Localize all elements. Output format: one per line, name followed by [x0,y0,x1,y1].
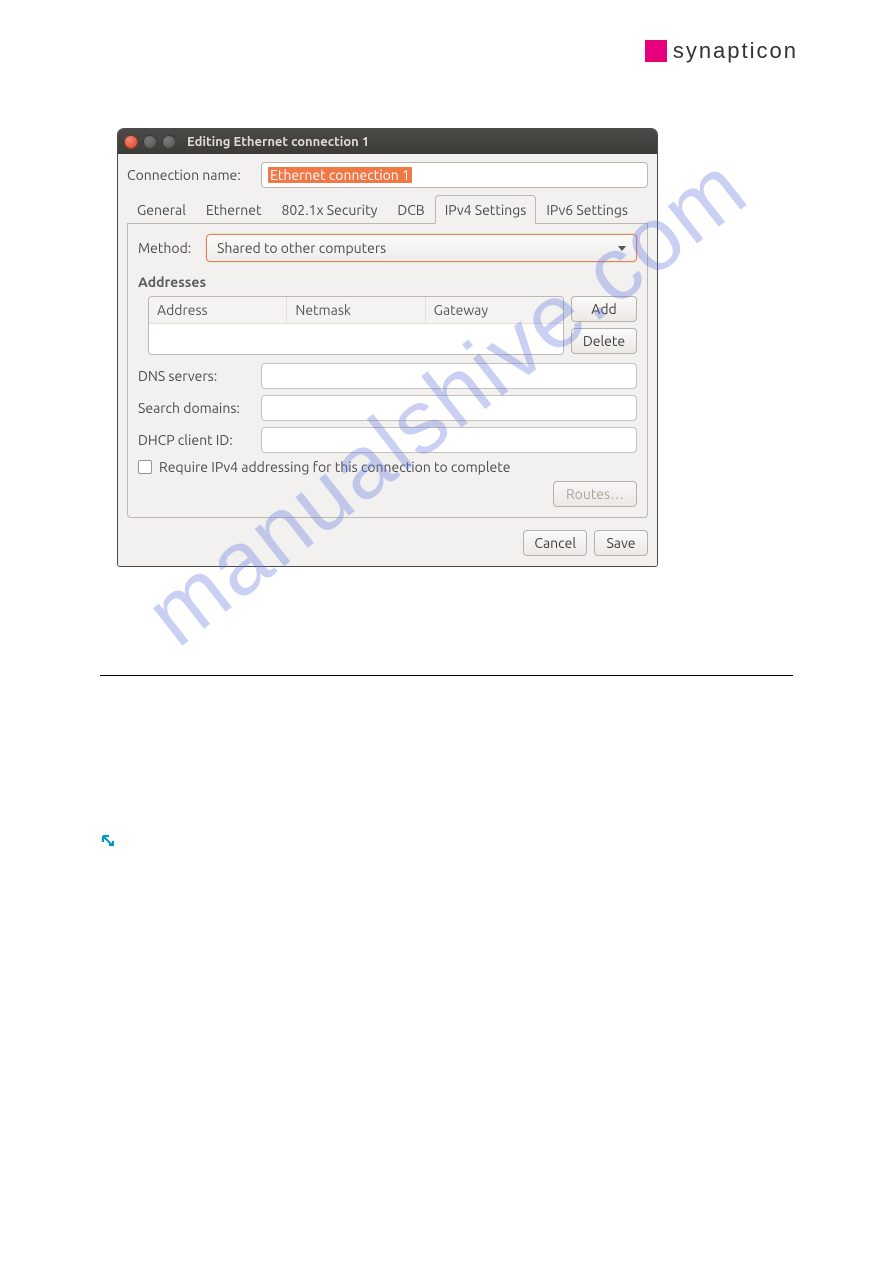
connection-name-label: Connection name: [127,167,255,183]
dns-servers-input[interactable] [261,363,637,389]
method-select[interactable]: Shared to other computers [206,234,637,262]
method-label: Method: [138,240,200,256]
method-value: Shared to other computers [217,240,386,256]
dns-servers-label: DNS servers: [138,368,253,384]
window-title: Editing Ethernet connection 1 [187,135,369,149]
ipv4-panel: Method: Shared to other computers Addres… [127,224,648,518]
tab-dcb[interactable]: DCB [387,195,434,224]
brand-logo-icon [645,40,667,62]
connection-name-input[interactable]: Ethernet connection 1 [261,162,648,188]
brand-logo: synapticon [645,38,798,64]
dhcp-client-id-label: DHCP client ID: [138,432,253,448]
delete-button[interactable]: Delete [571,328,637,354]
screenshot-dialog: Editing Ethernet connection 1 Connection… [117,128,658,567]
external-link-icon[interactable] [100,833,116,849]
window-titlebar: Editing Ethernet connection 1 [118,129,657,154]
routes-button[interactable]: Routes… [553,481,637,507]
chevron-down-icon [618,246,626,251]
cancel-button[interactable]: Cancel [523,530,587,556]
save-button[interactable]: Save [594,530,648,556]
tab-ipv4-settings[interactable]: IPv4 Settings [435,195,537,224]
addresses-heading: Addresses [138,274,637,290]
col-netmask: Netmask [287,297,425,323]
tab-8021x-security[interactable]: 802.1x Security [272,195,388,224]
tab-bar: General Ethernet 802.1x Security DCB IPv… [127,194,648,224]
search-domains-label: Search domains: [138,400,253,416]
require-ipv4-label: Require IPv4 addressing for this connect… [159,459,510,475]
add-button[interactable]: Add [571,296,637,322]
col-gateway: Gateway [426,297,563,323]
window-maximize-icon[interactable] [162,135,176,149]
tab-general[interactable]: General [127,195,196,224]
tab-ipv6-settings[interactable]: IPv6 Settings [536,195,638,224]
section-divider [100,675,793,676]
search-domains-input[interactable] [261,395,637,421]
window-minimize-icon[interactable] [143,135,157,149]
brand-logo-text: synapticon [673,38,798,64]
col-address: Address [149,297,287,323]
connection-name-value: Ethernet connection 1 [268,167,412,183]
dhcp-client-id-input[interactable] [261,427,637,453]
require-ipv4-checkbox[interactable] [138,460,152,474]
addresses-table[interactable]: Address Netmask Gateway [148,296,564,355]
tab-ethernet[interactable]: Ethernet [196,195,272,224]
window-close-icon[interactable] [124,135,138,149]
